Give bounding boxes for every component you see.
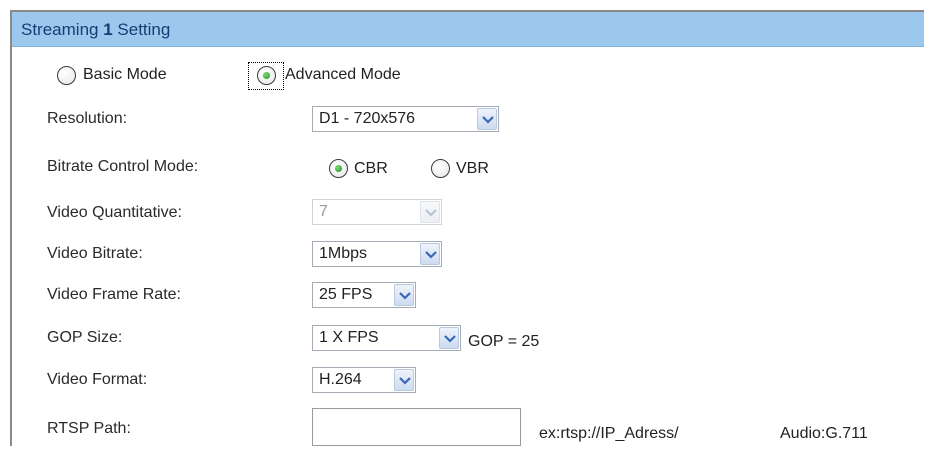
video-format-label: Video Format:: [47, 371, 148, 388]
gop-size-value: 1 X FPS: [319, 329, 379, 346]
advanced-mode-label[interactable]: Advanced Mode: [285, 66, 401, 84]
basic-mode-radio[interactable]: [57, 66, 76, 85]
chevron-down-icon[interactable]: [394, 284, 414, 306]
section-title: Streaming 1 Setting: [21, 20, 170, 40]
rtsp-path-label: RTSP Path:: [47, 420, 131, 437]
gop-size-label: GOP Size:: [47, 329, 123, 346]
chevron-down-icon: [420, 201, 440, 223]
resolution-select[interactable]: D1 - 720x576: [312, 106, 499, 132]
title-prefix: Streaming: [21, 20, 104, 39]
bitrate-control-label: Bitrate Control Mode:: [47, 158, 199, 175]
video-quantitative-select: 7: [312, 199, 442, 225]
rtsp-path-input[interactable]: [312, 408, 521, 446]
video-quantitative-label: Video Quantitative:: [47, 204, 182, 221]
video-bitrate-label: Video Bitrate:: [47, 245, 143, 262]
advanced-mode-radio[interactable]: [257, 66, 276, 85]
title-stream-number: 1: [103, 20, 113, 39]
resolution-value: D1 - 720x576: [319, 110, 416, 127]
video-bitrate-value: 1Mbps: [319, 245, 368, 262]
vbr-radio[interactable]: [431, 159, 450, 178]
vbr-label[interactable]: VBR: [456, 160, 489, 178]
video-frame-rate-label: Video Frame Rate:: [47, 286, 181, 303]
rtsp-example-text: ex:rtsp://IP_Adress/: [539, 425, 679, 442]
cbr-label[interactable]: CBR: [354, 160, 388, 178]
chevron-down-icon[interactable]: [420, 243, 440, 265]
radio-selected-dot: [335, 165, 342, 172]
gop-note: GOP = 25: [468, 333, 540, 350]
title-suffix: Setting: [112, 20, 171, 39]
video-bitrate-select[interactable]: 1Mbps: [312, 241, 442, 267]
video-quantitative-value: 7: [319, 203, 328, 220]
video-format-select[interactable]: H.264: [312, 367, 416, 393]
cbr-radio[interactable]: [329, 159, 348, 178]
audio-codec-text: Audio:G.711: [780, 425, 868, 442]
resolution-label: Resolution:: [47, 110, 128, 127]
gop-size-select[interactable]: 1 X FPS: [312, 325, 461, 351]
basic-mode-label[interactable]: Basic Mode: [83, 66, 167, 84]
chevron-down-icon[interactable]: [477, 108, 497, 130]
radio-selected-dot: [263, 72, 270, 79]
chevron-down-icon[interactable]: [394, 369, 414, 391]
chevron-down-icon[interactable]: [439, 327, 459, 349]
video-frame-rate-value: 25 FPS: [319, 286, 373, 303]
section-header: Streaming 1 Setting: [12, 12, 924, 47]
video-format-value: H.264: [319, 371, 362, 388]
video-frame-rate-select[interactable]: 25 FPS: [312, 282, 416, 308]
